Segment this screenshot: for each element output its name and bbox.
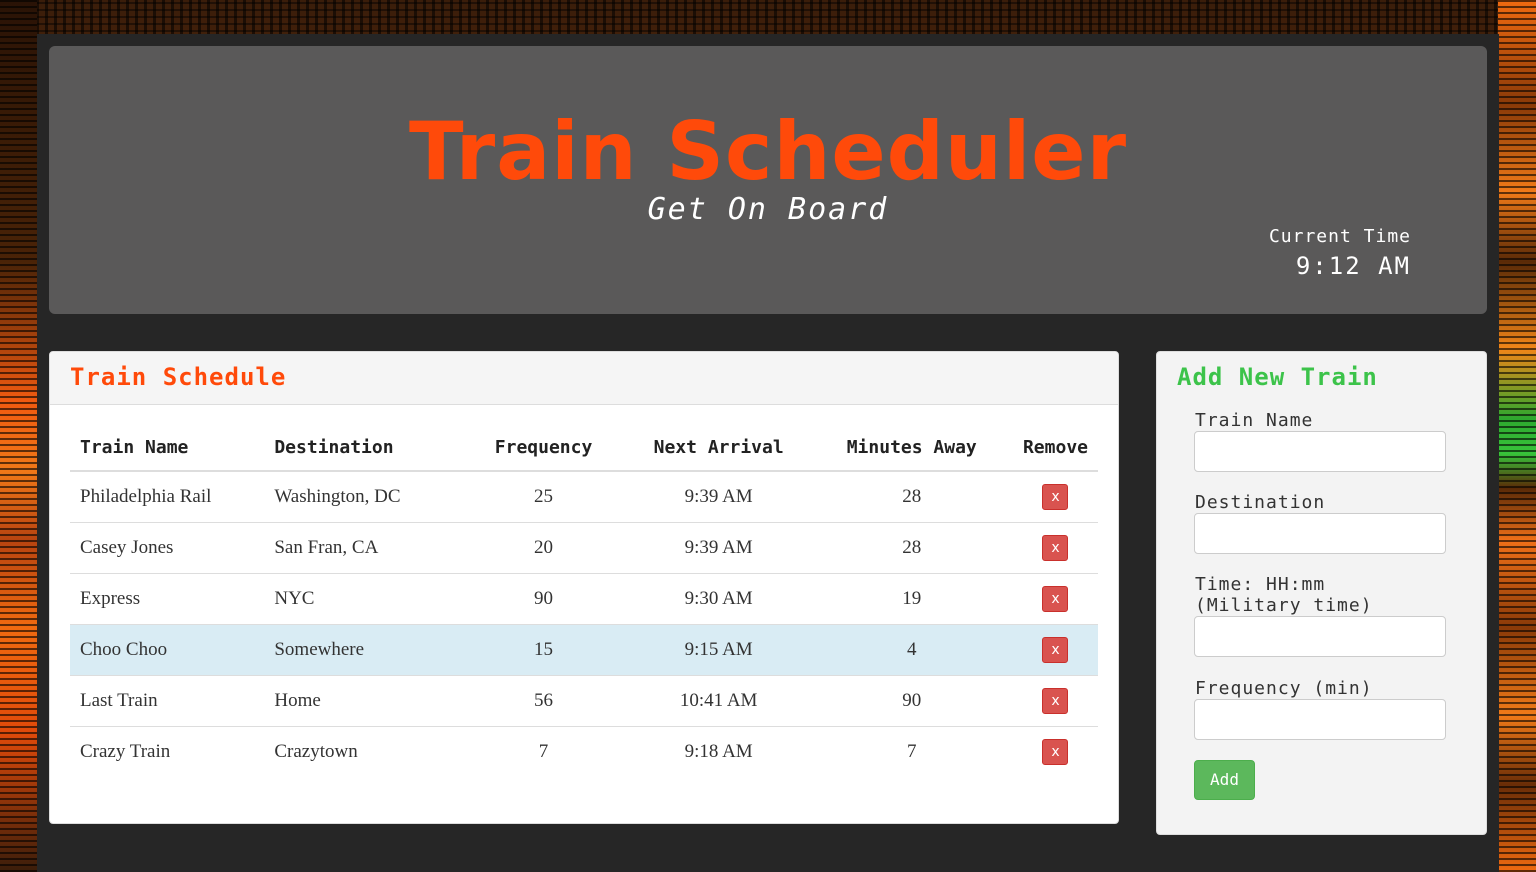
destination-cell: Home [264, 675, 461, 727]
train-schedule-table: Train Name Destination Frequency Next Ar… [70, 424, 1098, 777]
minutes-away-cell: 28 [810, 522, 1013, 574]
remove-cell: x [1012, 675, 1098, 727]
destination-cell: San Fran, CA [264, 522, 461, 574]
frequency-cell: 15 [460, 624, 627, 676]
current-time-label: Current Time [1268, 226, 1411, 247]
table-header-row: Train Name Destination Frequency Next Ar… [70, 424, 1098, 472]
main-container: Train Scheduler Get On Board Current Tim… [37, 34, 1499, 872]
remove-cell: x [1013, 471, 1098, 523]
next-arrival-cell: 9:18 AM [626, 726, 811, 777]
column-header-train-name: Train Name [70, 424, 265, 472]
frequency-cell: 25 [534, 486, 554, 507]
next-arrival-cell: 10:41 AM [626, 675, 811, 727]
destination-cell: NYC [264, 573, 461, 625]
add-train-title: Add New Train [1177, 363, 1378, 391]
destination-cell: Crazytown [264, 726, 461, 777]
column-header-frequency: Frequency [460, 424, 627, 472]
add-train-panel: Add New Train Train Name Destination Tim… [1156, 351, 1487, 835]
destination-label: Destination [1195, 492, 1326, 513]
minutes-away-cell: 7 [810, 726, 1013, 777]
frequency-cell: 56 [460, 675, 627, 727]
first-train-time-input[interactable] [1194, 616, 1446, 657]
train-name-cell: Casey Jones [70, 522, 265, 574]
train-name-cell: Crazy Train [70, 726, 265, 777]
column-header-minutes-away: Minutes Away [810, 424, 1013, 472]
first-train-time-hint: (Military time) [1195, 595, 1373, 616]
board-strip-left [0, 0, 37, 872]
add-train-button[interactable]: Add [1194, 760, 1255, 800]
next-arrival-cell: 9:39 AM [684, 486, 753, 507]
remove-cell: x [1012, 573, 1098, 625]
remove-train-button[interactable]: x [1042, 484, 1069, 510]
train-name-cell: Philadelphia Rail [80, 486, 212, 507]
destination-cell: Washington, DC [274, 486, 401, 507]
table-row: Express NYC 90 9:30 AM 19 x [70, 573, 1098, 625]
remove-cell: x [1012, 624, 1098, 676]
destination-cell: Somewhere [264, 624, 461, 676]
table-row: Philadelphia Rail Washington, DC 25 9:39… [70, 471, 1098, 523]
next-arrival-cell: 9:30 AM [626, 573, 811, 625]
first-train-time-label: Time: HH:mm [1195, 574, 1326, 595]
frequency-cell: 20 [460, 522, 627, 574]
table-row: Last Train Home 56 10:41 AM 90 x [70, 675, 1098, 727]
minutes-away-cell: 90 [810, 675, 1013, 727]
minutes-away-cell: 4 [810, 624, 1013, 676]
remove-cell: x [1012, 522, 1098, 574]
header-jumbotron: Train Scheduler Get On Board Current Tim… [49, 46, 1487, 314]
train-schedule-header: Train Schedule [50, 352, 1118, 405]
column-header-next-arrival: Next Arrival [626, 424, 811, 472]
page-title: Train Scheduler [408, 105, 1128, 198]
remove-train-button[interactable]: x [1042, 535, 1069, 561]
train-name-cell: Express [70, 573, 265, 625]
train-name-cell: Choo Choo [70, 624, 265, 676]
train-name-label: Train Name [1195, 410, 1314, 431]
remove-train-button[interactable]: x [1042, 739, 1069, 765]
table-row: Casey Jones San Fran, CA 20 9:39 AM 28 x [70, 522, 1098, 574]
column-header-remove: Remove [1012, 424, 1098, 472]
frequency-label: Frequency (min) [1195, 678, 1373, 699]
frequency-input[interactable] [1194, 699, 1446, 740]
board-background-text [0, 0, 1536, 34]
train-schedule-panel: Train Schedule Train Name Destination Fr… [49, 351, 1119, 824]
remove-cell: x [1012, 726, 1098, 777]
column-header-destination: Destination [264, 424, 461, 472]
train-name-input[interactable] [1194, 431, 1446, 472]
page-subtitle: Get On Board [647, 192, 889, 227]
remove-train-button[interactable]: x [1042, 586, 1069, 612]
remove-train-button[interactable]: x [1042, 637, 1069, 663]
minutes-away-cell: 19 [810, 573, 1013, 625]
table-row-hovered: Choo Choo Somewhere 15 9:15 AM 4 x [70, 624, 1098, 676]
train-name-cell: Last Train [70, 675, 265, 727]
next-arrival-cell: 9:39 AM [626, 522, 811, 574]
table-row: Crazy Train Crazytown 7 9:18 AM 7 x [70, 726, 1098, 777]
minutes-away-cell: 28 [902, 486, 922, 507]
next-arrival-cell: 9:15 AM [626, 624, 811, 676]
current-time-value: 9:12 AM [1295, 252, 1411, 280]
frequency-cell: 90 [460, 573, 627, 625]
frequency-cell: 7 [460, 726, 627, 777]
destination-input[interactable] [1194, 513, 1446, 554]
train-schedule-title: Train Schedule [70, 363, 287, 391]
board-strip-right [1498, 0, 1536, 872]
remove-train-button[interactable]: x [1042, 688, 1069, 714]
